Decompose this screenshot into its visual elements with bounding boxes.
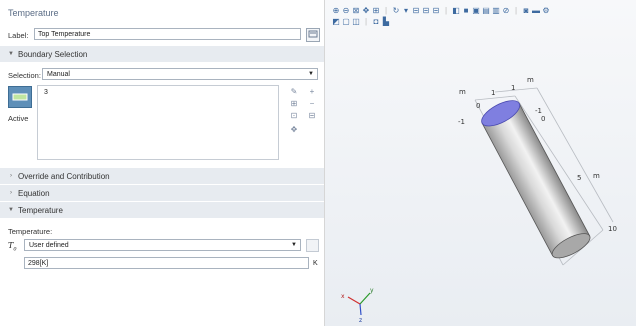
copy-selection-icon[interactable]: ⊞ (288, 98, 300, 110)
section-label: Override and Contribution (18, 171, 110, 181)
chevron-right-icon: › (10, 190, 12, 196)
temperature-symbol: T0 (8, 241, 17, 253)
axis-triad: y x z (341, 287, 374, 324)
selection-list[interactable]: 3 (37, 85, 279, 160)
selection-caption: Selection: (8, 71, 41, 80)
axis-label: -1 (458, 118, 465, 126)
settings-panel: Temperature Label: Top Temperature ▼ Bou… (0, 0, 325, 326)
temperature-symbol-sub: 0 (13, 246, 17, 253)
create-selection-icon[interactable]: ✥ (288, 124, 300, 136)
active-label: Active (8, 114, 29, 123)
temperature-type-value: User defined (29, 241, 69, 249)
axis-label: 0 (476, 102, 480, 110)
triad-x: x (341, 293, 345, 300)
cylinder-body (481, 102, 591, 257)
section-label: Boundary Selection (18, 49, 88, 59)
axis-label: m (527, 76, 534, 84)
remove-icon[interactable]: − (306, 98, 318, 110)
chevron-down-icon: ▼ (8, 207, 14, 213)
temperature-value-field[interactable]: 298[K] (24, 257, 309, 269)
section-boundary-selection[interactable]: ▼ Boundary Selection (0, 46, 324, 62)
active-toggle-button[interactable] (8, 86, 32, 108)
label-caption: Label: (8, 31, 29, 40)
axis-label: 5 (577, 174, 581, 182)
axis-label: 1 (511, 84, 515, 92)
axis-label: -1 (535, 107, 542, 115)
temperature-unit: K (313, 260, 318, 267)
triad-z: z (359, 317, 362, 324)
chevron-right-icon: › (10, 173, 12, 179)
reset-label-icon[interactable] (306, 28, 320, 42)
section-temperature[interactable]: ▼ Temperature (0, 202, 324, 218)
section-label: Equation (18, 188, 50, 198)
section-override-contribution[interactable]: › Override and Contribution (0, 168, 324, 184)
panel-title: Temperature (8, 8, 59, 18)
add-icon[interactable]: + (306, 86, 318, 98)
paste-selection-icon[interactable]: ✎ (288, 86, 300, 98)
chevron-down-icon: ▼ (291, 242, 297, 248)
section-label: Temperature (18, 205, 63, 215)
graphics-window[interactable]: ⊕ ⊖ ⊠ ✥ ⊞ | ↻ ▾ ⊟ ⊟ ⊟ | ◧ ■ ▣ ▤ ▥ ⊘ | ◙ ▬ ⚙ ◩ ▢ ◫ | ◘ ▙ (325, 0, 636, 326)
chevron-down-icon: ▼ (308, 71, 314, 77)
list-item[interactable]: 3 (44, 89, 48, 96)
zoom-selection-icon[interactable]: ⊟ (306, 110, 318, 122)
selection-dropdown[interactable]: Manual ▼ (42, 68, 318, 80)
triad-y: y (370, 287, 374, 294)
temperature-caption: Temperature: (8, 227, 53, 236)
section-equation[interactable]: › Equation (0, 185, 324, 201)
temperature-options-button[interactable] (306, 239, 319, 252)
clear-selection-icon[interactable]: ⊡ (288, 110, 300, 122)
label-field[interactable]: Top Temperature (34, 28, 301, 40)
selection-value: Manual (47, 70, 70, 78)
axis-label: 0 (541, 115, 545, 123)
geometry-view[interactable]: m 1 1 m 0 -1 -1 0 5 m 10 y x z (325, 0, 636, 326)
axis-label: 10 (608, 225, 617, 233)
axis-label: 1 (491, 89, 495, 97)
axis-label: m (593, 172, 600, 180)
axis-label: m (459, 88, 466, 96)
temperature-type-dropdown[interactable]: User defined ▼ (24, 239, 301, 251)
chevron-down-icon: ▼ (8, 51, 14, 57)
